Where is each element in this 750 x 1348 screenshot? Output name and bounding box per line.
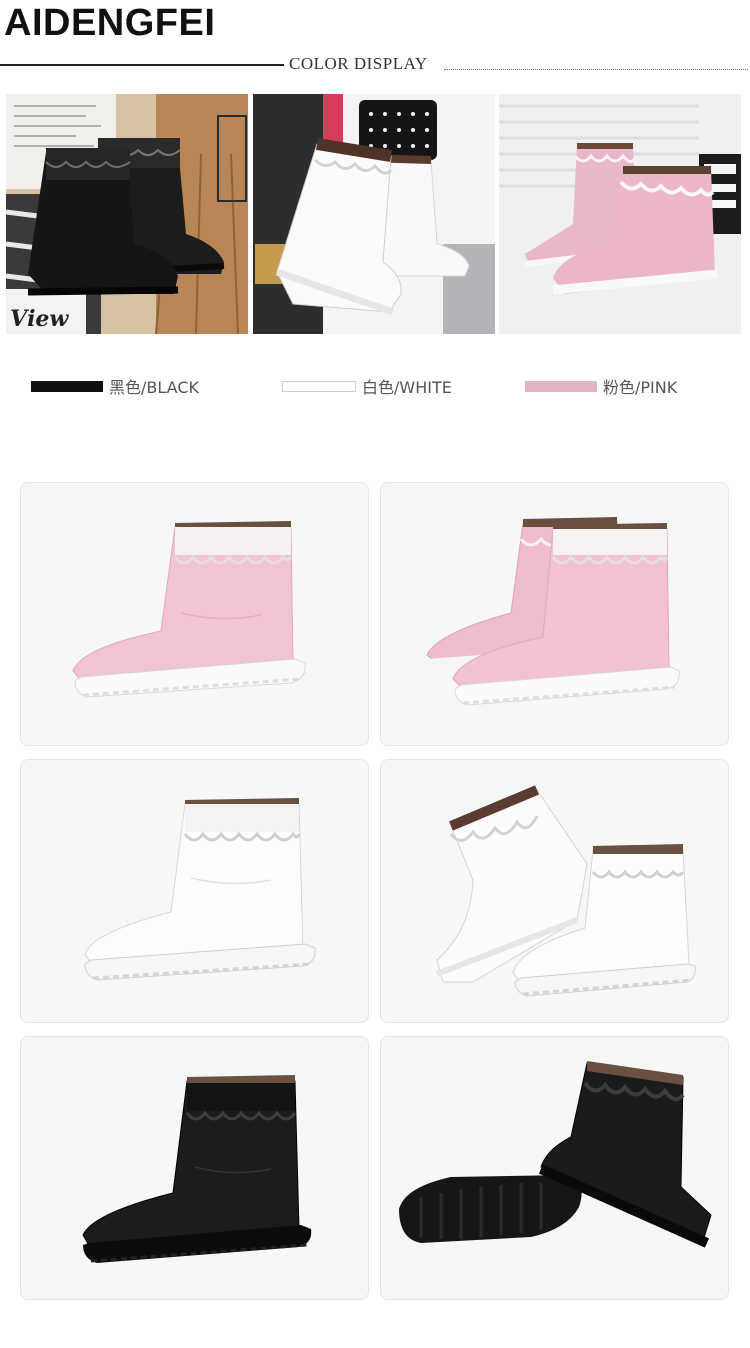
pink-boot-pair-image (426, 517, 680, 706)
white-boot-single-image (84, 798, 316, 981)
swatch-white (282, 380, 356, 392)
color-option-pink: 粉色/PINK (525, 374, 677, 398)
product-card-pink-single (20, 482, 369, 746)
color-label-black: 黑色/BLACK (109, 378, 199, 397)
pink-boot-single-image (72, 521, 306, 698)
section-title: COLOR DISPLAY (289, 54, 428, 73)
black-boot-single-image (82, 1075, 312, 1263)
poster-text: Ⅴiew (10, 306, 69, 332)
photo-pink-boots (499, 94, 741, 334)
product-card-white-pair (380, 759, 729, 1023)
color-option-white: 白色/WHITE (282, 374, 452, 398)
divider-dotted (444, 69, 748, 70)
photo-black-boots: Ⅴiew (6, 94, 248, 334)
product-card-white-single (20, 759, 369, 1023)
product-card-black-pair (380, 1036, 729, 1300)
swatch-black (31, 380, 103, 392)
white-boot-pair-image (435, 785, 696, 997)
swatch-pink (525, 380, 597, 392)
photo-white-boots (253, 94, 495, 334)
black-boot-pair-image (399, 1061, 712, 1248)
color-label-white: 白色/WHITE (362, 378, 452, 397)
color-label-pink: 粉色/PINK (603, 378, 678, 397)
divider-solid (0, 64, 284, 66)
product-card-black-single (20, 1036, 369, 1300)
color-option-black: 黑色/BLACK (31, 374, 199, 398)
product-card-pink-pair (380, 482, 729, 746)
brand-logo: AIDENGFEI (4, 2, 216, 44)
